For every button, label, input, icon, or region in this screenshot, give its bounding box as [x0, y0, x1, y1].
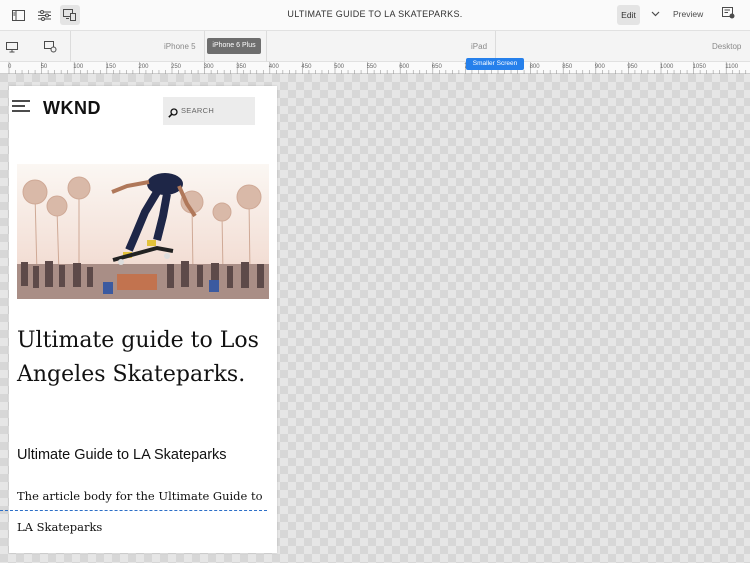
search-placeholder: SEARCH	[181, 106, 215, 115]
device-desktop[interactable]: Desktop	[712, 42, 741, 51]
ruler-tick-label: 1050	[692, 64, 706, 70]
ruler-tick-label: 850	[562, 64, 573, 70]
article-body: The article body for the Ultimate Guide …	[17, 489, 263, 534]
search-icon	[168, 105, 178, 123]
hero-image	[17, 164, 269, 299]
ruler: 0501001502002503003504004505005506006507…	[0, 62, 750, 74]
device-divider	[70, 31, 71, 62]
ruler-tick-label: 1000	[660, 64, 674, 70]
ruler-tick-label: 600	[399, 64, 410, 70]
top-toolbar: ULTIMATE GUIDE TO LA SKATEPARKS. Edit Pr…	[0, 0, 750, 31]
fold-guide-line	[0, 510, 267, 511]
article-subtitle: Ultimate Guide to LA Skateparks	[17, 447, 227, 463]
ruler-tick-label: 800	[529, 64, 540, 70]
ruler-tick-label: 300	[203, 64, 214, 70]
ruler-tick-label: 350	[236, 64, 247, 70]
ruler-tick-label: 400	[268, 64, 279, 70]
hamburger-menu-icon[interactable]	[12, 100, 30, 119]
ruler-tick-label: 200	[138, 64, 149, 70]
device-bar: iPhone 5 iPhone 6 Plus iPad Desktop	[0, 31, 750, 62]
ruler-tick-label: 950	[627, 64, 638, 70]
ruler-tick-label: 500	[334, 64, 345, 70]
edit-button[interactable]: Edit	[617, 5, 640, 25]
ruler-tick-label: 150	[105, 64, 116, 70]
ruler-tick-label: 100	[73, 64, 84, 70]
ruler-tick-label: 900	[594, 64, 605, 70]
device-ipad[interactable]: iPad	[471, 42, 487, 51]
device-divider	[204, 31, 205, 62]
ruler-tick-label: 550	[366, 64, 377, 70]
page-frame[interactable]: WKND SEARCH Ultimate guide to Los Angele…	[9, 86, 277, 553]
device-divider	[266, 31, 267, 62]
ruler-tick-label: 0	[8, 64, 12, 70]
site-logo[interactable]: WKND	[43, 98, 101, 119]
chevron-down-icon[interactable]	[649, 7, 661, 21]
desktop-icon[interactable]	[6, 40, 18, 58]
search-input[interactable]: SEARCH	[163, 97, 255, 125]
annotation-icon[interactable]	[722, 6, 735, 24]
ruler-tick-label: 1100	[725, 64, 739, 70]
device-rotate-icon[interactable]	[44, 40, 57, 58]
ruler-tick-label: 50	[40, 64, 48, 70]
ruler-tick-label: 650	[431, 64, 442, 70]
ruler-tick-label: 450	[301, 64, 312, 70]
preview-button[interactable]: Preview	[673, 9, 703, 19]
article-title: Ultimate guide to Los Angeles Skateparks…	[17, 328, 259, 387]
device-iphone6plus[interactable]: iPhone 6 Plus	[207, 38, 261, 54]
smaller-screen-badge[interactable]: Smaller Screen	[466, 58, 524, 70]
device-iphone5[interactable]: iPhone 5	[164, 42, 196, 51]
ruler-tick-label: 250	[171, 64, 182, 70]
